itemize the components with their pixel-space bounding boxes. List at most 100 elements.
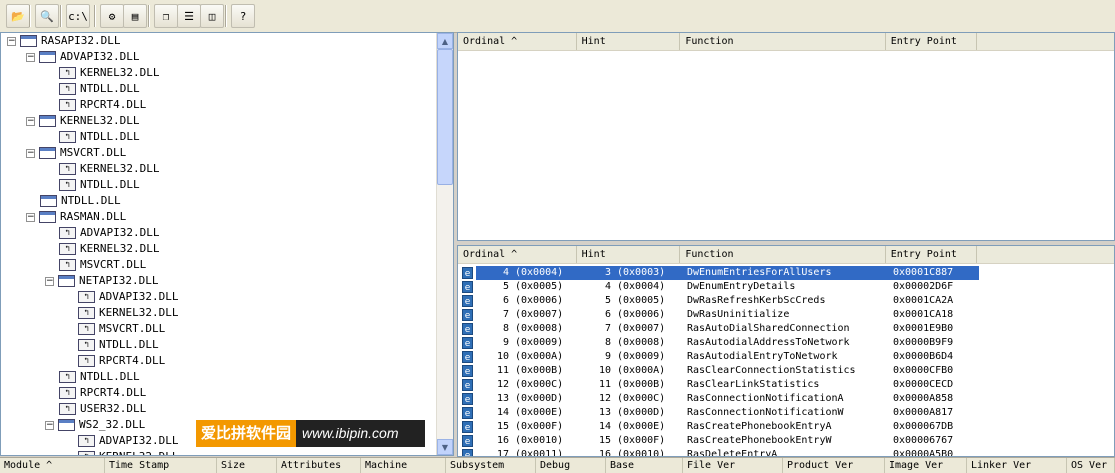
module-column-header[interactable]: Base: [606, 458, 683, 473]
collapse-icon[interactable]: −: [7, 36, 16, 46]
export-row[interactable]: 5 (0x0005) 4 (0x0004) DwEnumEntryDetails 0x00…: [476, 280, 979, 294]
tree-item[interactable]: ↰ USER32.DLL: [59, 401, 146, 417]
module-column-header[interactable]: Size: [217, 458, 277, 473]
tree-item[interactable]: ↰ RPCRT4.DLL: [78, 353, 165, 369]
tree-item[interactable]: ↰ KERNEL32.DLL: [59, 241, 159, 257]
export-function-icon: e: [462, 435, 473, 447]
context-help-icon[interactable]: ?: [231, 4, 255, 28]
tree-item[interactable]: ↰ KERNEL32.DLL: [59, 65, 159, 81]
export-ordinal: 8: [502, 323, 509, 334]
tree-item[interactable]: ↰ NTDLL.DLL: [59, 81, 140, 97]
imported-module-icon: ↰: [78, 355, 95, 367]
parent-imports-list[interactable]: Ordinal ^ Hint Function Entry Point: [457, 32, 1115, 241]
export-hint: 9: [604, 351, 611, 362]
properties-icon[interactable]: ▤: [123, 4, 147, 28]
scroll-up-arrow-icon[interactable]: ▲: [437, 33, 453, 49]
tree-item[interactable]: − ADVAPI32.DLL: [26, 49, 139, 65]
tree-item[interactable]: − RASMAN.DLL: [26, 209, 126, 225]
tree-item[interactable]: ↰ KERNEL32.DLL: [59, 161, 159, 177]
tile-vertical-icon[interactable]: ◫: [200, 4, 224, 28]
export-hint-hex: (0x0003): [611, 266, 681, 280]
tree-item[interactable]: ↰ RPCRT4.DLL: [59, 385, 146, 401]
module-column-header[interactable]: Linker Ver: [967, 458, 1067, 473]
module-column-header[interactable]: Subsystem: [446, 458, 536, 473]
column-header-entry-point[interactable]: Entry Point: [886, 246, 978, 263]
tree-item[interactable]: ↰ ADVAPI32.DLL: [59, 225, 159, 241]
export-row[interactable]: 13 (0x000D) 12 (0x000C) RasConnectionNotific…: [476, 392, 979, 406]
module-column-header[interactable]: Attributes: [277, 458, 361, 473]
tree-item[interactable]: − KERNEL32.DLL: [26, 113, 139, 129]
export-row[interactable]: 10 (0x000A) 9 (0x0009) RasAutodialEntryToNet…: [476, 350, 979, 364]
imported-module-icon: ↰: [59, 67, 76, 79]
collapse-icon[interactable]: −: [26, 116, 35, 126]
column-header-hint[interactable]: Hint: [577, 246, 681, 263]
module-column-header[interactable]: Image Ver: [885, 458, 967, 473]
collapse-icon[interactable]: −: [26, 148, 35, 158]
open-icon[interactable]: 📂: [6, 4, 30, 28]
export-row[interactable]: 15 (0x000F) 14 (0x000E) RasCreatePhonebookEn…: [476, 420, 979, 434]
column-header-ordinal[interactable]: Ordinal ^: [458, 246, 577, 263]
tree-item[interactable]: ↰ KERNEL32.DLL: [78, 305, 178, 321]
tree-item[interactable]: ↰ NTDLL.DLL: [78, 337, 159, 353]
export-row[interactable]: 8 (0x0008) 7 (0x0007) RasAutoDialSharedConne…: [476, 322, 979, 336]
undecorate-icon[interactable]: ⚙: [100, 4, 124, 28]
export-row[interactable]: 14 (0x000E) 13 (0x000D) RasConnectionNotific…: [476, 406, 979, 420]
scroll-down-arrow-icon[interactable]: ▼: [437, 439, 453, 455]
collapse-icon[interactable]: −: [26, 212, 35, 222]
module-column-header[interactable]: Debug: [536, 458, 606, 473]
tree-item[interactable]: ↰ KERNEL32.DLL: [78, 449, 178, 455]
tree-item[interactable]: ↰ MSVCRT.DLL: [59, 257, 146, 273]
export-ordinal-hex: (0x0011): [515, 449, 564, 457]
module-column-header[interactable]: OS Ver: [1067, 458, 1115, 473]
tree-item[interactable]: − RASAPI32.DLL: [7, 33, 120, 49]
tree-item[interactable]: − WS2_32.DLL: [45, 417, 145, 433]
export-row[interactable]: 11 (0x000B) 10 (0x000A) RasClearConnectionSt…: [476, 364, 979, 378]
tree-item[interactable]: ↰ MSVCRT.DLL: [78, 321, 165, 337]
tree-item[interactable]: ↰ RPCRT4.DLL: [59, 97, 146, 113]
find-icon[interactable]: 🔍: [35, 4, 59, 28]
tree-item[interactable]: ↰ NTDLL.DLL: [59, 369, 140, 385]
export-row[interactable]: 4 (0x0004) 3 (0x0003) DwEnumEntriesForAllUse…: [476, 266, 979, 280]
export-functions-list[interactable]: Ordinal ^ Hint Function Entry Point e 4 (0x00…: [457, 245, 1115, 457]
export-row[interactable]: 7 (0x0007) 6 (0x0006) DwRasUninitialize 0x000…: [476, 308, 979, 322]
export-row[interactable]: 12 (0x000C) 11 (0x000B) RasClearLinkStatisti…: [476, 378, 979, 392]
tree-vertical-scrollbar[interactable]: ▲ ▼: [436, 33, 453, 455]
export-ordinal-hex: (0x000C): [515, 379, 564, 390]
tree-item[interactable]: − NETAPI32.DLL: [45, 273, 158, 289]
export-row[interactable]: 17 (0x0011) 16 (0x0010) RasDeleteEntryA 0x000…: [476, 448, 979, 457]
column-header-function[interactable]: Function: [680, 33, 886, 50]
tree-item-label: WS2_32.DLL: [79, 418, 146, 431]
imported-module-icon: ↰: [59, 259, 76, 271]
tree-item[interactable]: ↰ ADVAPI32.DLL: [78, 433, 178, 449]
tree-item[interactable]: ↰ NTDLL.DLL: [59, 129, 140, 145]
export-entry-point: 0x0000CFB0: [893, 365, 954, 376]
collapse-icon[interactable]: −: [26, 52, 35, 62]
column-header-function[interactable]: Function: [680, 246, 886, 263]
collapse-icon[interactable]: −: [45, 420, 54, 430]
tile-horizontal-icon[interactable]: ☰: [177, 4, 201, 28]
export-row[interactable]: 16 (0x0010) 15 (0x000F) RasCreatePhonebookEn…: [476, 434, 979, 448]
export-hint-hex: (0x000A): [617, 365, 666, 376]
module-column-header[interactable]: Product Ver: [783, 458, 885, 473]
tree-item[interactable]: ↰ NTDLL.DLL: [59, 177, 140, 193]
export-ordinal: 6: [502, 295, 509, 306]
column-header-ordinal[interactable]: Ordinal ^: [458, 33, 577, 50]
tree-item[interactable]: ↰ ADVAPI32.DLL: [78, 289, 178, 305]
export-row[interactable]: 9 (0x0009) 8 (0x0008) RasAutodialAddressToNe…: [476, 336, 979, 350]
tree-item[interactable]: − MSVCRT.DLL: [26, 145, 126, 161]
column-header-entry-point[interactable]: Entry Point: [886, 33, 978, 50]
module-column-header[interactable]: File Ver: [683, 458, 783, 473]
export-function-name: RasClearConnectionStatistics: [687, 365, 856, 376]
scrollbar-thumb[interactable]: [437, 49, 453, 185]
module-icon: [58, 275, 75, 287]
column-header-hint[interactable]: Hint: [577, 33, 681, 50]
cascade-icon[interactable]: ❐: [154, 4, 178, 28]
export-row[interactable]: 6 (0x0006) 5 (0x0005) DwRasRefreshKerbScCred…: [476, 294, 979, 308]
module-column-header[interactable]: Machine: [361, 458, 446, 473]
collapse-icon[interactable]: −: [45, 276, 54, 286]
tree-item[interactable]: NTDLL.DLL: [40, 193, 121, 209]
module-dependency-tree[interactable]: ▲ ▼ − RASAPI32.DLL − ADVAPI32.DLL ↰ KERNEL32.…: [0, 32, 454, 456]
module-column-header[interactable]: Module ^: [0, 458, 105, 473]
full-paths-icon[interactable]: c:\: [66, 4, 90, 28]
module-column-header[interactable]: Time Stamp: [105, 458, 217, 473]
